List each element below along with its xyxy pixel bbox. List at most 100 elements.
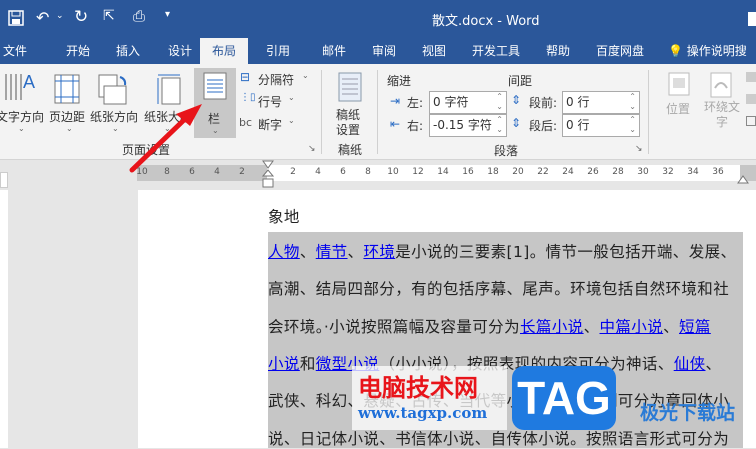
text-direction-label: 文字方向	[0, 110, 45, 124]
tab-10[interactable]: 帮助	[536, 38, 580, 64]
ruler-tick-label: 10	[387, 167, 399, 177]
ribbon-tabs: 文件 开始 插入 设计 布局 引用 邮件 审阅 视图 开发工具 帮助 百度网盘 💡 操作说明搜	[0, 38, 756, 64]
lightbulb-icon: 💡	[668, 44, 683, 58]
position-icon	[668, 72, 690, 96]
columns-button[interactable]: 栏 ⌄	[194, 68, 236, 138]
tab-selector[interactable]	[0, 172, 8, 188]
hyperlink[interactable]: 中篇小说	[600, 318, 664, 336]
text-run: 和	[299, 354, 316, 373]
wrap-text-button[interactable]: 环绕文字	[700, 70, 744, 136]
undo-dropdown-icon[interactable]: ⌄	[56, 11, 64, 21]
draft-settings-label: 稿纸设置	[336, 108, 361, 137]
send-backward-icon[interactable]	[746, 94, 756, 104]
right-indent-marker[interactable]	[737, 174, 749, 184]
margins-button[interactable]: 页边距 ⌄	[48, 68, 90, 138]
orientation-button[interactable]: 纸张方向 ⌄	[90, 68, 140, 138]
line-numbers-button[interactable]: ⋮▯ 行号 ⌄	[238, 92, 318, 110]
position-button[interactable]: 位置	[660, 70, 700, 136]
tab-6[interactable]: 邮件	[312, 38, 356, 64]
ruler-tick-label: 20	[512, 167, 524, 177]
save-icon[interactable]	[8, 10, 24, 26]
ruler-left-margin	[137, 165, 267, 181]
redo-icon[interactable]: ↻	[74, 7, 88, 27]
tab-4[interactable]: 布局	[200, 38, 248, 64]
indent-left-input[interactable]: 0 字符 ⌃ ⌄	[429, 91, 507, 114]
size-button[interactable]: 纸张大小 ⌄	[142, 68, 192, 138]
breaks-icon: ⊟	[240, 70, 251, 84]
ruler-tick-label: 30	[637, 167, 649, 177]
text-run: 是小说的三要素[1]。情节一般包括开端、发展、	[395, 243, 737, 261]
page-setup-launcher-icon[interactable]: ↘	[308, 144, 316, 154]
spacing-after-input[interactable]: 0 行 ⌃ ⌄	[562, 114, 640, 137]
indent-right-icon: ⇤	[390, 117, 401, 131]
draft-paper-icon	[338, 72, 362, 102]
hyperlink[interactable]: 短篇	[679, 318, 711, 336]
ruler-tick-label: 28	[612, 167, 624, 177]
print-preview-icon[interactable]: ⎙	[133, 7, 145, 25]
page-setup-group-label: 页面设置	[122, 143, 171, 157]
selection-pane-icon[interactable]	[746, 116, 756, 126]
orientation-icon	[98, 74, 127, 105]
account-box[interactable]	[748, 12, 756, 26]
ruler-tick-label: 14	[437, 167, 449, 177]
ruler-tick-label: 34	[687, 167, 699, 177]
watermark-brand: 极光下载站	[640, 402, 736, 424]
ribbon: A 文字方向 ⌄ 页边距 ⌄ 纸张方向 ⌄ 纸张大小 ⌄ 栏 ⌄ ⊟ 分隔符 ⌄…	[0, 64, 756, 160]
indent-left-label: 左:	[407, 96, 424, 110]
hyperlink[interactable]: 小说	[268, 355, 300, 373]
touch-mode-icon[interactable]: ⇱	[103, 8, 115, 24]
text-direction-button[interactable]: A 文字方向 ⌄	[0, 68, 46, 138]
draft-group-label: 稿纸	[338, 143, 363, 157]
spacing-before-icon: ⇕	[511, 93, 522, 107]
horizontal-ruler[interactable]: 10 8 6 4 2 2 4 6 8 10 12 14 16 18 20 22 24 26 28 30 32 34 36	[136, 165, 756, 181]
hyperlink[interactable]: 环境	[363, 243, 395, 261]
document-heading: 象地	[268, 208, 300, 226]
tab-0[interactable]: 文件	[0, 38, 30, 64]
indent-left-icon: ⇥	[390, 94, 401, 108]
ruler-tick-label: 8	[365, 167, 371, 177]
paragraph-group-label: 段落	[494, 144, 519, 158]
hyperlink[interactable]: 情节	[316, 243, 348, 261]
text-run: 、	[583, 317, 600, 336]
tell-me-search[interactable]: 💡 操作说明搜	[668, 38, 756, 64]
ruler-tick-label: 6	[340, 167, 346, 177]
tab-3[interactable]: 设计	[158, 38, 202, 64]
bring-forward-icon[interactable]	[746, 72, 756, 82]
paragraph-launcher-icon[interactable]: ↘	[635, 144, 643, 154]
draft-settings-button[interactable]: 稿纸设置	[328, 68, 372, 137]
spacing-before-input[interactable]: 0 行 ⌃ ⌄	[562, 91, 640, 114]
wrap-text-icon	[710, 72, 732, 98]
text-run: 、	[299, 243, 316, 261]
tab-5[interactable]: 引用	[258, 38, 298, 64]
text-direction-icon: A	[5, 72, 35, 100]
indent-marker[interactable]	[262, 160, 274, 190]
title-bar: ↶ ⌄ ↻ ⇱ ⎙ ▾ 散文.docx - Word	[0, 0, 756, 38]
tab-8[interactable]: 视图	[414, 38, 454, 64]
line-numbers-label: 行号	[258, 95, 283, 109]
customize-icon[interactable]: ▾	[165, 9, 170, 20]
undo-icon[interactable]: ↶	[36, 8, 49, 27]
tab-1[interactable]: 开始	[56, 38, 100, 64]
spacing-after-label: 段后:	[529, 119, 558, 133]
window-title: 散文.docx - Word	[432, 14, 540, 29]
breaks-button[interactable]: ⊟ 分隔符 ⌄	[238, 70, 318, 88]
ruler-tick-label: 4	[214, 167, 220, 177]
ruler-tick-label: 24	[562, 167, 574, 177]
hyperlink[interactable]: 人物	[268, 243, 300, 261]
position-label: 位置	[666, 102, 691, 116]
ruler-tick-label: 4	[315, 167, 321, 177]
paragraph-line: 人物、情节、环境是小说的三要素[1]。情节一般包括开端、发展、	[268, 240, 736, 262]
indent-right-input[interactable]: -0.15 字符 ⌃ ⌄	[429, 114, 507, 137]
tab-11[interactable]: 百度网盘	[590, 38, 650, 64]
hyperlink[interactable]: 长篇小说	[520, 318, 584, 336]
tab-2[interactable]: 插入	[106, 38, 150, 64]
vertical-ruler[interactable]	[0, 190, 8, 448]
hyphenation-button[interactable]: bc 断字 ⌄	[238, 115, 318, 133]
hyperlink[interactable]: 仙侠	[674, 355, 706, 373]
watermark-tag-logo: TAG	[512, 366, 616, 430]
ruler-tick-label: 2	[239, 167, 245, 177]
tab-9[interactable]: 开发工具	[466, 38, 526, 64]
ruler-tick-label: 2	[290, 167, 296, 177]
wrap-text-label: 环绕文字	[703, 100, 740, 129]
tab-7[interactable]: 审阅	[364, 38, 404, 64]
